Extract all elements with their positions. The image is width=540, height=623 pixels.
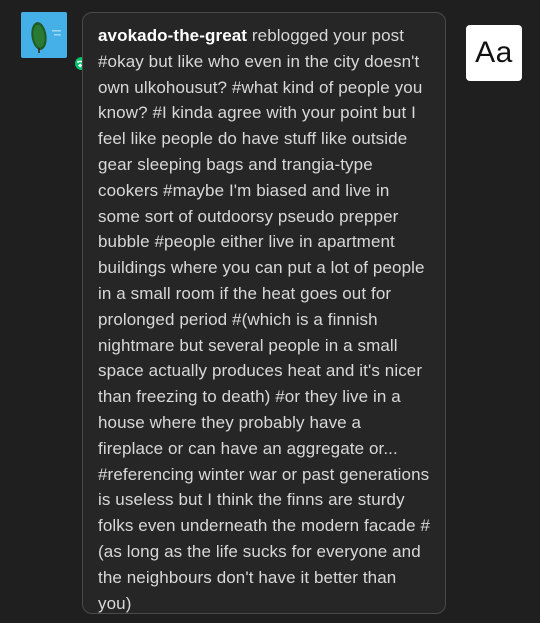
activity-card[interactable]: avokado-the-great reblogged your post #ok…: [82, 12, 446, 614]
activity-text: avokado-the-great reblogged your post #ok…: [98, 23, 431, 616]
avocado-icon: [31, 22, 61, 53]
username-link[interactable]: avokado-the-great: [98, 26, 247, 45]
activity-action: reblogged your post: [251, 26, 405, 45]
avatar[interactable]: [21, 12, 90, 72]
text-size-button[interactable]: Aa: [466, 25, 522, 81]
post-tags: #okay but like who even in the city does…: [98, 51, 431, 613]
